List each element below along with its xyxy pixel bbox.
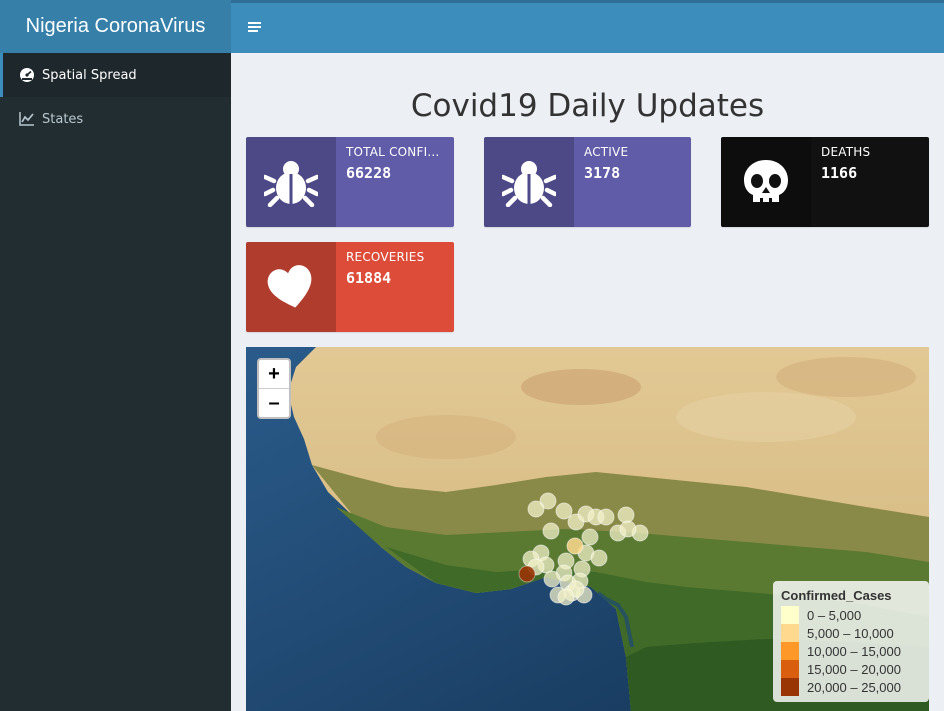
- legend-label: 0 – 5,000: [807, 607, 862, 623]
- recoveries-card: RECOVERIES 61884: [246, 242, 454, 332]
- total-confirmed-card: TOTAL CONFI... 66228: [246, 137, 454, 227]
- card-value: 3178: [584, 164, 621, 182]
- legend-label: 20,000 – 25,000: [807, 679, 901, 695]
- card-value: 61884: [346, 269, 392, 287]
- legend-item: 20,000 – 25,000: [781, 678, 921, 696]
- heart-icon: [246, 242, 336, 332]
- dashboard-icon: [19, 67, 35, 83]
- hamburger-icon[interactable]: [245, 17, 265, 37]
- legend-label: 15,000 – 20,000: [807, 661, 901, 677]
- line-chart-icon: [19, 111, 35, 127]
- legend-item: 0 – 5,000: [781, 606, 921, 624]
- zoom-in-button[interactable]: +: [259, 360, 289, 388]
- top-navbar: [231, 0, 944, 53]
- sidebar: Spatial Spread States: [0, 53, 231, 711]
- zoom-out-button[interactable]: –: [259, 388, 289, 417]
- page-title: Covid19 Daily Updates: [410, 88, 765, 124]
- legend-swatch: [781, 624, 799, 642]
- sidebar-item-label: States: [42, 111, 84, 127]
- app-title-text: Nigeria CoronaVirus: [25, 15, 206, 37]
- legend-label: 5,000 – 10,000: [807, 625, 894, 641]
- bug-icon: [484, 137, 574, 227]
- card-value: 1166: [821, 164, 858, 182]
- legend-swatch: [781, 678, 799, 696]
- map-legend: Confirmed_Cases 0 – 5,000 5,000 – 10,000…: [773, 581, 929, 702]
- skull-icon: [721, 137, 811, 227]
- zoom-control: + –: [257, 358, 291, 419]
- card-label: DEATHS: [821, 145, 871, 159]
- sidebar-item-spatial-spread[interactable]: Spatial Spread: [0, 53, 231, 97]
- legend-item: 15,000 – 20,000: [781, 660, 921, 678]
- sidebar-item-states[interactable]: States: [0, 97, 231, 141]
- app-title: Nigeria CoronaVirus: [0, 0, 231, 53]
- map-view[interactable]: + – Confirmed_Cases 0 – 5,000 5,000 – 10…: [246, 347, 929, 711]
- legend-label: 10,000 – 15,000: [807, 643, 901, 659]
- deaths-card: DEATHS 1166: [721, 137, 929, 227]
- navbar-edge: [231, 0, 944, 3]
- legend-swatch: [781, 642, 799, 660]
- card-label: ACTIVE: [584, 145, 629, 159]
- active-card: ACTIVE 3178: [484, 137, 691, 227]
- legend-swatch: [781, 606, 799, 624]
- card-value: 66228: [346, 164, 392, 182]
- legend-swatch: [781, 660, 799, 678]
- legend-item: 5,000 – 10,000: [781, 624, 921, 642]
- legend-item: 10,000 – 15,000: [781, 642, 921, 660]
- card-label: TOTAL CONFI...: [346, 145, 440, 159]
- card-label: RECOVERIES: [346, 250, 425, 264]
- bug-icon: [246, 137, 336, 227]
- sidebar-item-label: Spatial Spread: [42, 67, 137, 83]
- legend-title: Confirmed_Cases: [781, 588, 892, 603]
